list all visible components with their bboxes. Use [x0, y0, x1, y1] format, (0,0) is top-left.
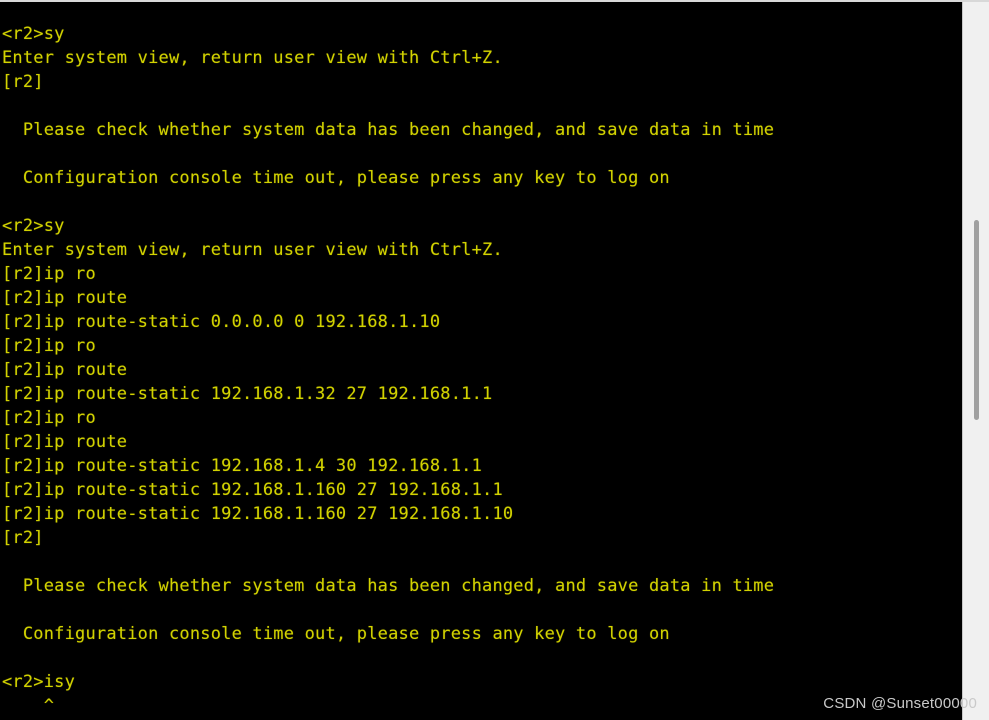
terminal-console[interactable]: <r2>sy Enter system view, return user vie…: [0, 2, 962, 720]
terminal-line: Please check whether system data has bee…: [2, 576, 775, 596]
terminal-line: Configuration console time out, please p…: [2, 168, 670, 188]
csdn-watermark: CSDN @Sunset00000: [823, 695, 977, 712]
terminal-line: [r2]ip ro: [2, 336, 96, 356]
terminal-line: [r2]ip ro: [2, 408, 96, 428]
terminal-line: <r2>isy: [2, 672, 76, 692]
vertical-scrollbar[interactable]: [962, 2, 989, 720]
terminal-output: <r2>sy Enter system view, return user vie…: [0, 22, 962, 718]
terminal-line: [r2]ip route-static 192.168.1.160 27 192…: [2, 480, 503, 500]
terminal-line: <r2>sy: [2, 24, 65, 44]
terminal-line: [r2]ip route: [2, 360, 128, 380]
terminal-line: [r2]ip route-static 192.168.1.32 27 192.…: [2, 384, 493, 404]
terminal-line: Enter system view, return user view with…: [2, 48, 503, 68]
terminal-line: [r2]ip route: [2, 288, 128, 308]
scrollbar-thumb[interactable]: [974, 220, 979, 420]
terminal-line: [r2]: [2, 528, 44, 548]
terminal-line: Enter system view, return user view with…: [2, 240, 503, 260]
terminal-line: Please check whether system data has bee…: [2, 120, 775, 140]
terminal-line: [r2]ip route: [2, 432, 128, 452]
terminal-line: ^: [2, 696, 55, 716]
terminal-line: [r2]ip route-static 0.0.0.0 0 192.168.1.…: [2, 312, 441, 332]
scrollbar-track[interactable]: [963, 2, 989, 720]
terminal-line: [r2]: [2, 72, 44, 92]
terminal-line: [r2]ip route-static 192.168.1.4 30 192.1…: [2, 456, 483, 476]
terminal-line: Configuration console time out, please p…: [2, 624, 670, 644]
top-hairline-divider: [0, 0, 989, 2]
terminal-line: <r2>sy: [2, 216, 65, 236]
terminal-line: [r2]ip route-static 192.168.1.160 27 192…: [2, 504, 514, 524]
terminal-line: [r2]ip ro: [2, 264, 96, 284]
